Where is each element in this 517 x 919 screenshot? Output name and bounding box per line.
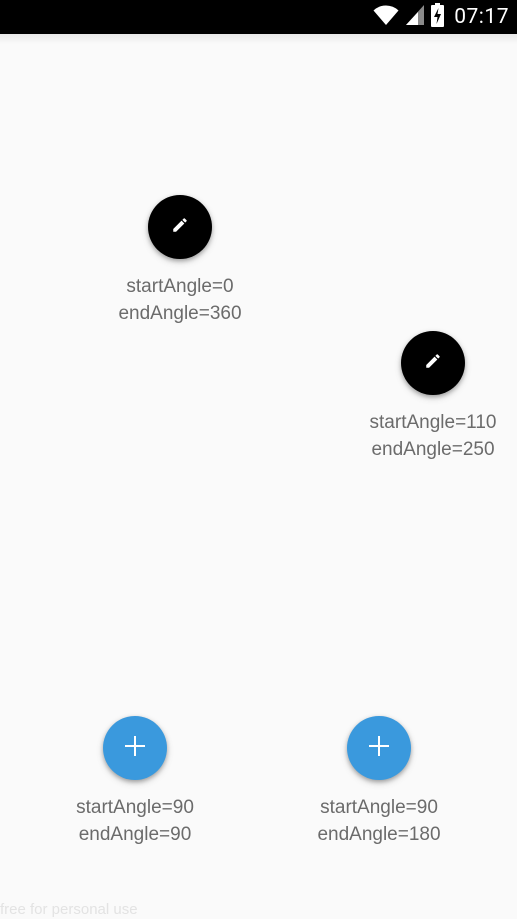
- start-angle-label: startAngle=90: [320, 797, 438, 818]
- fab-group-4: startAngle=90 endAngle=180: [299, 716, 459, 848]
- end-angle-label: endAngle=250: [371, 439, 495, 460]
- fab-edit-button-1[interactable]: [148, 195, 212, 259]
- fab-group-3: startAngle=90 endAngle=90: [55, 716, 215, 848]
- start-angle-label: startAngle=0: [126, 276, 234, 297]
- end-angle-label: endAngle=90: [78, 824, 192, 845]
- fab-label-2: startAngle=110 endAngle=250: [370, 409, 497, 463]
- fab-label-3: startAngle=90 endAngle=90: [76, 794, 194, 848]
- pencil-icon: [424, 352, 442, 375]
- fab-group-2: startAngle=110 endAngle=250: [353, 331, 513, 463]
- start-angle-label: startAngle=90: [76, 797, 194, 818]
- status-icons: 07:17: [373, 0, 509, 34]
- watermark-text: free for personal use: [0, 901, 138, 918]
- battery-charging-icon: [431, 2, 445, 32]
- signal-icon: [405, 4, 425, 31]
- status-time: 07:17: [454, 5, 509, 29]
- pencil-icon: [171, 216, 189, 239]
- start-angle-label: startAngle=110: [369, 412, 497, 433]
- end-angle-label: endAngle=360: [118, 303, 242, 324]
- wifi-icon: [373, 4, 399, 31]
- fab-edit-button-2[interactable]: [401, 331, 465, 395]
- fab-group-1: startAngle=0 endAngle=360: [100, 195, 260, 327]
- fab-label-1: startAngle=0 endAngle=360: [118, 273, 241, 327]
- toolbar-shadow: [0, 34, 517, 44]
- status-bar: 07:17: [0, 0, 517, 34]
- plus-icon: [124, 735, 146, 762]
- fab-label-4: startAngle=90 endAngle=180: [317, 794, 440, 848]
- plus-icon: [368, 735, 390, 762]
- fab-add-button-1[interactable]: [103, 716, 167, 780]
- fab-add-button-2[interactable]: [347, 716, 411, 780]
- end-angle-label: endAngle=180: [317, 824, 441, 845]
